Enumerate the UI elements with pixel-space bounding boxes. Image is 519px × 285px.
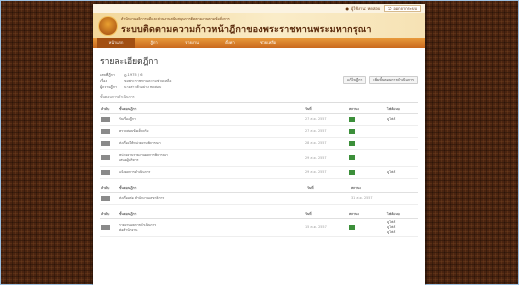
- table-row: รายงานผลการดำเนินการ ต่อสำนักงาน 15 ต.ค. …: [100, 218, 418, 237]
- status-badge: [349, 169, 355, 175]
- status-badge: [349, 224, 355, 230]
- row-number: [101, 140, 110, 146]
- user-text: ผู้ใช้งาน: ทดสอบ: [351, 6, 381, 11]
- section-label: ขั้นตอนการดำเนินการ: [100, 94, 418, 103]
- header-banner: สำนักงานอธิการบดีและส่วนงานสนับสนุนการติ…: [93, 13, 425, 38]
- add-step-button[interactable]: เพิ่มขั้นตอนการดำเนินการ: [369, 76, 418, 84]
- row-number: [101, 128, 110, 134]
- page-title: รายละเอียดฎีกา: [100, 57, 159, 67]
- main-content: รายละเอียดฎีกา เลขที่ฎีกา ฎ.1975 / 6 เรื่…: [93, 48, 425, 246]
- background: ● ผู้ใช้งาน: ทดสอบ ⎋ ออกจากระบบ สำนักงาน…: [0, 0, 519, 285]
- row-number: [101, 116, 110, 122]
- report-table: ลำดับ ขั้นตอนฎีกา วันที่ สถานะ ไฟล์แนบ ร…: [100, 210, 418, 237]
- nav-petitions[interactable]: ฎีกา: [135, 38, 173, 48]
- top-bar: ● ผู้ใช้งาน: ทดสอบ ⎋ ออกจากระบบ: [93, 4, 425, 13]
- row-number: [101, 195, 110, 201]
- info-block: เลขที่ฎีกา ฎ.1975 / 6 เรื่อง ขอพระราชทานคว…: [100, 72, 171, 90]
- nav-home[interactable]: หน้าแรก: [97, 38, 135, 48]
- status-badge: [349, 116, 355, 122]
- banner-title: ระบบติดตามความก้าวหน้าฎีกาของพระราชทานพร…: [121, 24, 372, 35]
- row-number: [101, 169, 110, 175]
- nav-settings[interactable]: ตั้งค่า: [211, 38, 249, 48]
- logout-label: ออกจากระบบ: [393, 6, 417, 11]
- table-row: รับเรื่องฎีกา 27 ส.ค. 2557 ดูไฟล์: [100, 113, 418, 126]
- logout-icon: ⎋: [388, 6, 392, 11]
- main-nav: หน้าแรก ฎีกา รายงาน ตั้งค่า ช่วยเหลือ: [93, 38, 425, 48]
- file-link[interactable]: ดูไฟล์: [387, 230, 417, 235]
- status-badge: [349, 155, 355, 160]
- nav-reports[interactable]: รายงาน: [173, 38, 211, 48]
- table-row: หน่วยงานรายงานผลการพิจารณา เสนอผู้บริหาร …: [100, 149, 418, 167]
- row-number: [101, 224, 110, 230]
- steps-table: ลำดับ ขั้นตอนฎีกา วันที่ สถานะ ไฟล์แนบ ร…: [100, 105, 418, 179]
- user-icon: ●: [345, 6, 350, 11]
- table-row: ส่งเรื่องต่อ สำนักงานเลขาธิการ 31 ส.ค. 2…: [100, 192, 418, 205]
- row-number: [101, 155, 110, 160]
- table-row: แจ้งผลการดำเนินการ 29 ส.ค. 2557 ดูไฟล์: [100, 166, 418, 179]
- web-page: ● ผู้ใช้งาน: ทดสอบ ⎋ ออกจากระบบ สำนักงาน…: [93, 4, 425, 285]
- file-link[interactable]: ดูไฟล์: [386, 113, 418, 126]
- nav-help[interactable]: ช่วยเหลือ: [249, 38, 287, 48]
- status-badge: [349, 140, 355, 146]
- status-badge: [349, 128, 355, 134]
- logout-button[interactable]: ⎋ ออกจากระบบ: [384, 5, 421, 12]
- info-row: ผู้ถวายฎีกา นางสาวตัวอย่าง ทดสอบ: [100, 85, 162, 89]
- user-info[interactable]: ● ผู้ใช้งาน: ทดสอบ: [346, 5, 381, 12]
- forward-table: ลำดับ ขั้นตอนฎีกา วันที่ สถานะ ส่งเรื่อง…: [100, 184, 418, 205]
- table-row: ตรวจสอบข้อเท็จจริง 27 ส.ค. 2557: [100, 125, 418, 138]
- seal-logo: [99, 16, 117, 35]
- table-row: ส่งเรื่องให้หน่วยงานพิจารณา 28 ส.ค. 2557: [100, 137, 418, 150]
- edit-button[interactable]: แก้ไขฎีกา: [343, 76, 367, 84]
- file-link[interactable]: ดูไฟล์: [386, 166, 418, 179]
